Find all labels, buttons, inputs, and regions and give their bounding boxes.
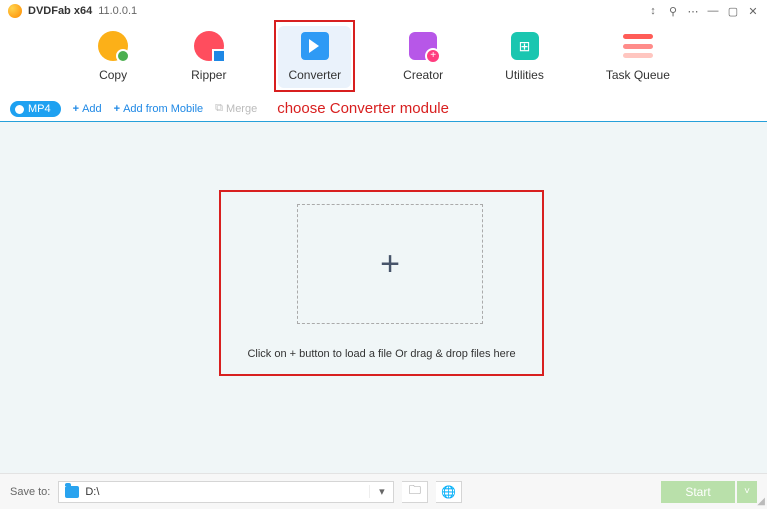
module-task-queue[interactable]: Task Queue (596, 26, 680, 88)
app-version: 11.0.0.1 (98, 5, 137, 17)
start-dropdown[interactable]: ˅ (737, 481, 757, 503)
app-logo-icon (8, 4, 22, 18)
footer-bar: Save to: D:\ ▾ 🗀 🌐 Start ˅ ◢ (0, 473, 767, 509)
add-label: Add (82, 103, 102, 115)
resize-grip-icon[interactable]: ◢ (757, 496, 765, 507)
module-label: Ripper (191, 68, 226, 82)
drop-zone[interactable]: + (297, 204, 483, 324)
add-file-plus-icon: + (380, 245, 400, 284)
workspace: + Click on + button to load a file Or dr… (0, 122, 767, 477)
module-label: Utilities (505, 68, 544, 82)
module-label: Creator (403, 68, 443, 82)
settings-icon[interactable]: ⋯ (687, 5, 699, 17)
title-bar: DVDFab x64 11.0.0.1 ↕ ⚲ ⋯ — ▢ ✕ (0, 0, 767, 20)
add-button[interactable]: +Add (73, 103, 102, 115)
maximize-icon[interactable]: ▢ (727, 5, 739, 17)
queue-icon (623, 34, 653, 58)
browse-folder-button[interactable]: 🗀 (402, 481, 428, 503)
module-label: Task Queue (606, 68, 670, 82)
minimize-icon[interactable]: — (707, 5, 719, 17)
start-button[interactable]: Start (661, 481, 735, 503)
window-controls: ↕ ⚲ ⋯ — ▢ ✕ (647, 5, 759, 17)
merge-icon: ⧉ (215, 102, 223, 115)
arrow-icon[interactable]: ↕ (647, 5, 659, 17)
merge-button: ⧉Merge (215, 102, 257, 115)
module-label: Converter (288, 68, 341, 82)
format-pill-label: MP4 (28, 103, 51, 115)
creator-icon (409, 32, 437, 60)
save-to-label: Save to: (10, 486, 50, 498)
pin-icon[interactable]: ⚲ (667, 5, 679, 17)
module-label: Copy (99, 68, 127, 82)
folder-icon (65, 486, 79, 498)
module-creator[interactable]: Creator (393, 26, 453, 88)
copy-icon (98, 31, 128, 61)
active-indicator (293, 20, 337, 22)
plus-icon: + (114, 103, 120, 115)
start-label: Start (685, 485, 710, 499)
module-copy[interactable]: Copy (87, 26, 139, 88)
app-title: DVDFab x64 (28, 5, 92, 17)
module-converter[interactable]: Converter (278, 26, 351, 88)
action-toolbar: MP4 +Add +Add from Mobile ⧉Merge choose … (0, 96, 767, 122)
format-pill[interactable]: MP4 (10, 101, 61, 117)
merge-label: Merge (226, 103, 257, 115)
utilities-icon: ⊞ (511, 32, 539, 60)
drop-hint-text: Click on + button to load a file Or drag… (219, 348, 544, 360)
module-tabs: Copy Ripper Converter Creator ⊞ Utilitie… (0, 20, 767, 96)
converter-icon (301, 32, 329, 60)
module-ripper[interactable]: Ripper (181, 26, 236, 88)
plus-icon: + (73, 103, 79, 115)
add-mobile-label: Add from Mobile (123, 103, 203, 115)
web-button[interactable]: 🌐 (436, 481, 462, 503)
annotation-text: choose Converter module (277, 100, 449, 117)
save-path-field[interactable]: D:\ ▾ (58, 481, 394, 503)
path-dropdown-icon[interactable]: ▾ (369, 485, 393, 498)
close-icon[interactable]: ✕ (747, 5, 759, 17)
module-utilities[interactable]: ⊞ Utilities (495, 26, 554, 88)
ripper-icon (194, 31, 224, 61)
add-from-mobile-button[interactable]: +Add from Mobile (114, 103, 204, 115)
save-path-text: D:\ (85, 486, 99, 498)
